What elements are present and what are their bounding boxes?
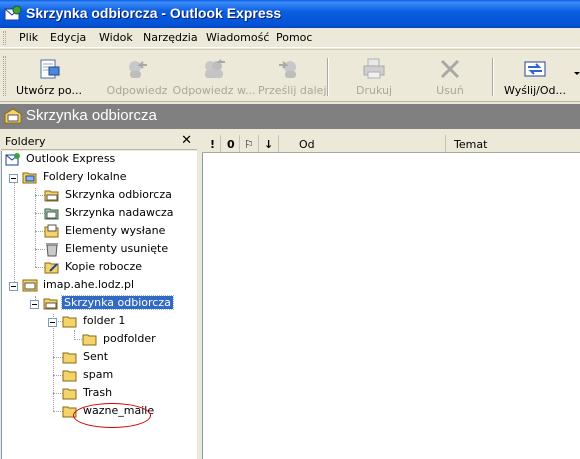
tree-label: Outlook Express [26, 152, 116, 165]
column-attachment[interactable]: 0 [221, 135, 240, 152]
delete-label: Usuń [436, 84, 464, 97]
send-receive-dropdown-arrow[interactable] [574, 72, 580, 75]
mail-server-icon [22, 279, 38, 292]
inbox-icon [44, 190, 59, 202]
inbox-icon [43, 298, 58, 310]
priority-icon: ! [210, 138, 216, 151]
tree-label: Sent [83, 350, 109, 363]
column-subject[interactable]: Temat [446, 135, 580, 152]
close-icon[interactable]: ✕ [181, 133, 192, 148]
compose-label: Utwórz po... [16, 84, 82, 97]
title-bar[interactable]: Skrzynka odbiorcza - Outlook Express [0, 0, 580, 28]
reply-button[interactable]: Odpowiedz [106, 52, 168, 98]
menu-bar: Plik Edycja Widok Narzędzia Wiadomość Po… [0, 28, 580, 48]
tree-label: podfolder [103, 332, 156, 345]
message-list[interactable] [202, 153, 580, 459]
download-icon: ↓ [264, 138, 274, 151]
toolbar-separator [327, 58, 329, 96]
menu-widok[interactable]: Widok [99, 31, 133, 44]
column-subject-label: Temat [454, 138, 488, 151]
folder-icon [62, 316, 77, 328]
drafts-icon [44, 262, 59, 274]
reply-all-button[interactable]: Odpowiedz w... [172, 52, 256, 98]
tree-label: Elementy wysłane [65, 224, 166, 237]
tree-line [53, 314, 54, 411]
outbox-icon [44, 208, 59, 220]
tree-label: Foldery lokalne [43, 170, 127, 183]
print-button[interactable]: Drukuj [342, 52, 406, 98]
forward-button[interactable]: Prześlij dalej [258, 52, 327, 98]
forward-icon [279, 61, 296, 78]
outlook-express-icon [4, 5, 22, 21]
folders-pane-title: Foldery [5, 135, 46, 148]
folder-header-title: Skrzynka odbiorcza [26, 107, 157, 124]
tree-label: Kopie robocze [65, 260, 143, 273]
tree-line [14, 174, 15, 290]
send-receive-button[interactable]: Wyślij/Od... [500, 52, 570, 98]
tree-label: Skrzynka odbiorcza [61, 295, 174, 310]
folders-pane-header: Foldery ✕ [1, 133, 197, 150]
menu-plik[interactable]: Plik [19, 31, 38, 44]
folder-icon [62, 388, 77, 400]
delete-icon [440, 59, 460, 79]
outlook-express-icon [5, 153, 20, 166]
reply-label: Odpowiedz [106, 84, 168, 97]
send-receive-icon [524, 61, 546, 77]
tree-line [35, 188, 36, 267]
column-download[interactable]: ↓ [259, 135, 279, 152]
sent-items-icon [44, 224, 59, 238]
collapse-expander[interactable] [48, 318, 57, 327]
tree-label: Skrzynka nadawcza [65, 206, 174, 219]
menu-narzedzia[interactable]: Narzędzia [143, 31, 198, 44]
compose-button[interactable]: Utwórz po... [12, 52, 86, 98]
flag-icon: ⚐ [244, 138, 254, 151]
folder-icon [62, 352, 77, 364]
tree-label: folder 1 [83, 314, 126, 327]
menu-pomoc[interactable]: Pomoc [276, 31, 312, 44]
collapse-expander[interactable] [9, 282, 18, 291]
tree-label: Elementy usunięte [65, 242, 169, 255]
menu-wiadomosc[interactable]: Wiadomość [206, 31, 269, 44]
reply-all-label: Odpowiedz w... [172, 84, 256, 97]
highlight-ellipse [73, 403, 151, 428]
collapse-expander[interactable] [30, 300, 39, 309]
tree-label: spam [83, 368, 114, 381]
collapse-expander[interactable] [9, 174, 18, 183]
trash-bin-icon [46, 243, 58, 257]
send-receive-label: Wyślij/Od... [504, 84, 566, 97]
folder-icon [82, 334, 97, 346]
column-from-label: Od [299, 138, 315, 151]
local-folders-icon [22, 172, 37, 184]
column-from[interactable]: Od [279, 135, 446, 152]
toolbar: Utwórz po... Odpowiedz Odpowiedz w... Pr… [0, 49, 580, 125]
message-list-header: ! 0 ⚐ ↓ Od Temat [202, 135, 580, 153]
tree-label: Skrzynka odbiorcza [65, 188, 172, 201]
printer-icon [363, 58, 385, 79]
window-title: Skrzynka odbiorcza - Outlook Express [26, 5, 282, 21]
print-label: Drukuj [355, 84, 393, 97]
tree-label: Trash [83, 386, 113, 399]
inbox-icon [4, 108, 22, 124]
folder-icon [62, 370, 77, 382]
forward-label: Prześlij dalej [258, 84, 327, 97]
reply-icon [129, 61, 147, 78]
menu-edycja[interactable]: Edycja [50, 31, 86, 44]
toolbar-grip[interactable] [3, 56, 6, 96]
column-priority[interactable]: ! [202, 135, 221, 152]
tree-label: imap.ahe.lodz.pl [43, 278, 135, 291]
paperclip-icon: 0 [227, 138, 235, 151]
column-flag[interactable]: ⚐ [240, 135, 259, 152]
menu-grip[interactable] [3, 31, 6, 45]
new-message-icon [40, 59, 60, 79]
toolbar-separator [492, 58, 494, 96]
delete-button[interactable]: Usuń [418, 52, 482, 98]
reply-all-icon [205, 59, 225, 78]
folder-header-bar: Skrzynka odbiorcza [0, 104, 580, 129]
